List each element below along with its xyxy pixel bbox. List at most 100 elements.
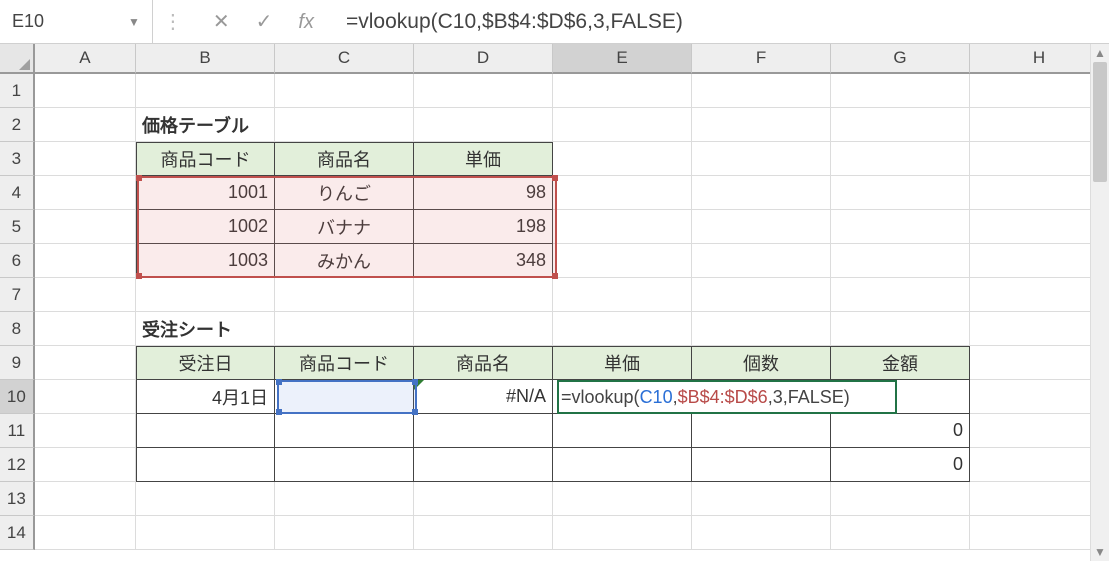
cell[interactable]	[136, 448, 275, 482]
row-header[interactable]: 1	[0, 74, 35, 108]
cell[interactable]: 商品コード	[136, 142, 275, 176]
cell[interactable]	[692, 244, 831, 278]
cell[interactable]	[831, 74, 970, 108]
cell[interactable]	[553, 448, 692, 482]
cell[interactable]	[553, 244, 692, 278]
cell[interactable]	[553, 74, 692, 108]
cell[interactable]	[35, 414, 136, 448]
cell[interactable]: 98	[414, 176, 553, 210]
cell[interactable]	[970, 482, 1109, 516]
cell[interactable]	[414, 516, 553, 550]
row-header[interactable]: 2	[0, 108, 35, 142]
cell[interactable]	[553, 482, 692, 516]
cell[interactable]	[970, 312, 1109, 346]
cell[interactable]	[136, 414, 275, 448]
cell[interactable]	[692, 448, 831, 482]
cell[interactable]	[692, 312, 831, 346]
enter-icon[interactable]: ✓	[256, 12, 273, 32]
col-header[interactable]: D	[414, 44, 553, 74]
cell[interactable]: 1002	[136, 210, 275, 244]
cell[interactable]	[553, 278, 692, 312]
cell[interactable]	[692, 74, 831, 108]
cell[interactable]	[970, 414, 1109, 448]
cell[interactable]: 1003	[136, 244, 275, 278]
row-header[interactable]: 13	[0, 482, 35, 516]
col-header[interactable]: C	[275, 44, 414, 74]
cell[interactable]	[970, 74, 1109, 108]
cell[interactable]: りんご	[275, 176, 414, 210]
cell[interactable]	[970, 108, 1109, 142]
cell[interactable]	[692, 142, 831, 176]
name-box[interactable]	[4, 7, 122, 37]
vertical-scrollbar[interactable]: ▲ ▼	[1090, 44, 1109, 561]
col-header[interactable]: E	[553, 44, 692, 74]
cell[interactable]	[414, 278, 553, 312]
cell[interactable]: 商品コード	[275, 346, 414, 380]
cell[interactable]	[970, 244, 1109, 278]
cell[interactable]	[970, 346, 1109, 380]
cell[interactable]	[970, 380, 1109, 414]
cell[interactable]	[35, 210, 136, 244]
cell[interactable]: みかん	[275, 244, 414, 278]
cell[interactable]	[831, 108, 970, 142]
cell[interactable]	[35, 108, 136, 142]
cell[interactable]	[136, 482, 275, 516]
cell[interactable]	[275, 414, 414, 448]
cell[interactable]	[831, 278, 970, 312]
row-header[interactable]: 4	[0, 176, 35, 210]
col-header[interactable]: F	[692, 44, 831, 74]
row-header[interactable]: 14	[0, 516, 35, 550]
cell[interactable]	[831, 210, 970, 244]
cell[interactable]	[275, 448, 414, 482]
cell[interactable]	[831, 482, 970, 516]
cell[interactable]	[136, 516, 275, 550]
cell[interactable]	[553, 312, 692, 346]
cell[interactable]	[970, 176, 1109, 210]
cell[interactable]	[414, 448, 553, 482]
cell[interactable]	[692, 210, 831, 244]
row-header[interactable]: 11	[0, 414, 35, 448]
cell[interactable]	[414, 482, 553, 516]
cell[interactable]	[136, 278, 275, 312]
row-header[interactable]: 12	[0, 448, 35, 482]
col-header[interactable]: G	[831, 44, 970, 74]
cell[interactable]	[414, 74, 553, 108]
cell[interactable]	[275, 380, 414, 414]
cell[interactable]: 単価	[414, 142, 553, 176]
cell[interactable]	[275, 516, 414, 550]
cell[interactable]	[692, 108, 831, 142]
cell[interactable]: 0	[831, 414, 970, 448]
cell[interactable]: 受注シート	[136, 312, 275, 346]
cell[interactable]	[35, 346, 136, 380]
cell[interactable]: #N/A	[414, 380, 553, 414]
cell[interactable]	[553, 414, 692, 448]
col-header[interactable]: H	[970, 44, 1109, 74]
col-header[interactable]: B	[136, 44, 275, 74]
cell[interactable]: 4月1日	[136, 380, 275, 414]
cell[interactable]: バナナ	[275, 210, 414, 244]
cell[interactable]	[553, 108, 692, 142]
cell[interactable]	[275, 278, 414, 312]
cell[interactable]: 0	[831, 448, 970, 482]
scroll-down-icon[interactable]: ▼	[1091, 543, 1109, 561]
cell[interactable]	[136, 74, 275, 108]
cell[interactable]: 商品名	[414, 346, 553, 380]
cell[interactable]: 単価	[553, 346, 692, 380]
cell[interactable]: 198	[414, 210, 553, 244]
cell[interactable]: 金額	[831, 346, 970, 380]
cell[interactable]	[970, 210, 1109, 244]
cell[interactable]	[692, 278, 831, 312]
cell[interactable]	[35, 380, 136, 414]
cell[interactable]	[35, 482, 136, 516]
scroll-up-icon[interactable]: ▲	[1091, 44, 1109, 62]
cell[interactable]	[35, 142, 136, 176]
cell[interactable]	[970, 516, 1109, 550]
col-header[interactable]: A	[35, 44, 136, 74]
cell[interactable]	[414, 312, 553, 346]
cell[interactable]	[275, 108, 414, 142]
cell[interactable]	[414, 108, 553, 142]
row-header[interactable]: 8	[0, 312, 35, 346]
cell[interactable]: 個数	[692, 346, 831, 380]
cell[interactable]	[831, 176, 970, 210]
cell[interactable]	[35, 312, 136, 346]
